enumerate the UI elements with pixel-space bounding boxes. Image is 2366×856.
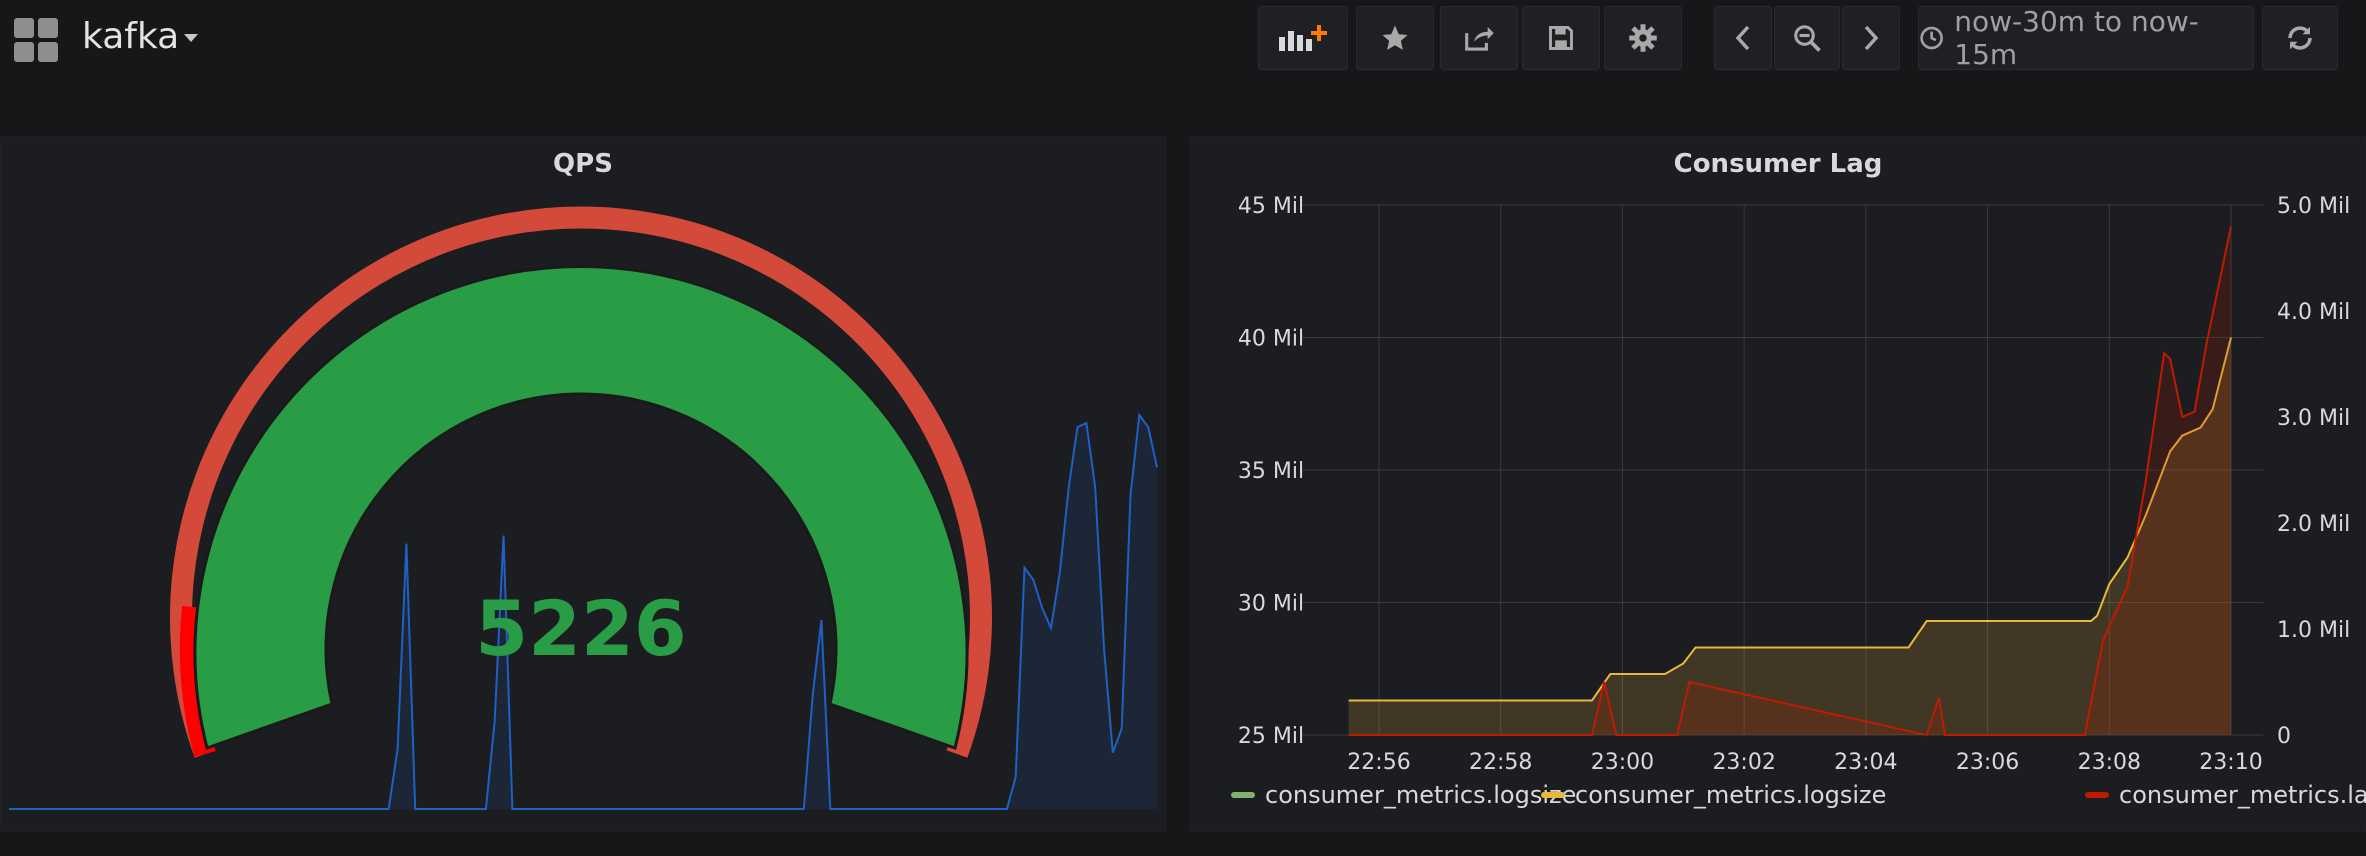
x-tick-label: 23:08 [2078, 750, 2141, 775]
qps-gauge-area: 5226 [9, 206, 1158, 810]
time-back-button[interactable] [1714, 6, 1772, 70]
legend-swatch [2085, 792, 2109, 798]
add-panel-icon [1279, 25, 1327, 51]
refresh-icon [2288, 26, 2312, 50]
share-icon [1465, 26, 1494, 51]
legend-swatch [1231, 792, 1255, 798]
y-left-tick-label: 35 Mil [1238, 459, 1304, 484]
share-button[interactable] [1440, 6, 1518, 70]
x-tick-label: 22:58 [1469, 750, 1532, 775]
y-left-tick-label: 30 Mil [1238, 592, 1304, 617]
consumer-lag-panel: Consumer Lag 22:56 22:58 23:00 23:02 23:04 23… [1190, 136, 2366, 832]
star-icon [1382, 25, 1408, 50]
refresh-button[interactable] [2262, 6, 2338, 70]
save-icon [1549, 26, 1573, 50]
y-right-tick-label: 5.0 Mil [2277, 194, 2350, 219]
x-tick-label: 23:00 [1591, 750, 1654, 775]
top-navbar: kafka now-30m to now-15m [0, 0, 2366, 84]
time-picker-button[interactable]: now-30m to now-15m [1918, 5, 2254, 71]
consumer-lag-chart[interactable]: 22:56 22:58 23:00 23:02 23:04 23:06 23:08 23:10… [1191, 137, 2366, 833]
gear-icon [1629, 24, 1657, 52]
caret-down-icon[interactable] [184, 34, 198, 42]
y-left-tick-label: 45 Mil [1238, 194, 1304, 219]
y-right-tick-label: 3.0 Mil [2277, 406, 2350, 431]
x-tick-label: 23:06 [1956, 750, 2019, 775]
legend-item[interactable]: consumer_metrics.logsize [1231, 781, 1576, 809]
y-right-tick-label: 0 [2277, 724, 2291, 749]
legend-swatch [1541, 792, 1565, 798]
y-right-tick-label: 4.0 Mil [2277, 300, 2350, 325]
y-right-tick-label: 2.0 Mil [2277, 512, 2350, 537]
settings-button[interactable] [1604, 6, 1682, 70]
x-tick-label: 23:10 [2199, 750, 2262, 775]
y-right-tick-label: 1.0 Mil [2277, 618, 2350, 643]
time-range-label: now-30m to now-15m [1954, 5, 2199, 71]
zoom-out-icon [1794, 25, 1821, 52]
gauge-value-band [193, 265, 969, 750]
save-button[interactable] [1522, 6, 1600, 70]
x-tick-label: 22:56 [1347, 750, 1410, 775]
dashboard-title[interactable]: kafka [82, 16, 179, 57]
legend-item[interactable]: consumer_metrics.logsize [1541, 781, 1886, 809]
clock-icon [1920, 26, 1943, 50]
star-button[interactable] [1356, 6, 1434, 70]
legend-label: consumer_metrics.lag [2119, 781, 2366, 809]
y-left-tick-label: 40 Mil [1238, 327, 1304, 352]
x-tick-label: 23:02 [1712, 750, 1775, 775]
legend-label: consumer_metrics.logsize [1575, 781, 1887, 809]
x-tick-label: 23:04 [1834, 750, 1897, 775]
gauge-value: 5226 [475, 584, 687, 673]
chevron-right-icon [1864, 25, 1879, 51]
time-forward-button[interactable] [1842, 6, 1900, 70]
legend-label: consumer_metrics.logsize [1265, 781, 1577, 809]
chevron-left-icon [1735, 25, 1750, 51]
grafana-menu-icon[interactable] [14, 18, 60, 64]
qps-panel: QPS 5226 [0, 136, 1166, 832]
add-panel-button[interactable] [1258, 6, 1348, 70]
legend-item[interactable]: consumer_metrics.lag [2085, 781, 2366, 809]
zoom-out-button[interactable] [1774, 6, 1840, 70]
y-left-tick-label: 25 Mil [1238, 724, 1304, 749]
